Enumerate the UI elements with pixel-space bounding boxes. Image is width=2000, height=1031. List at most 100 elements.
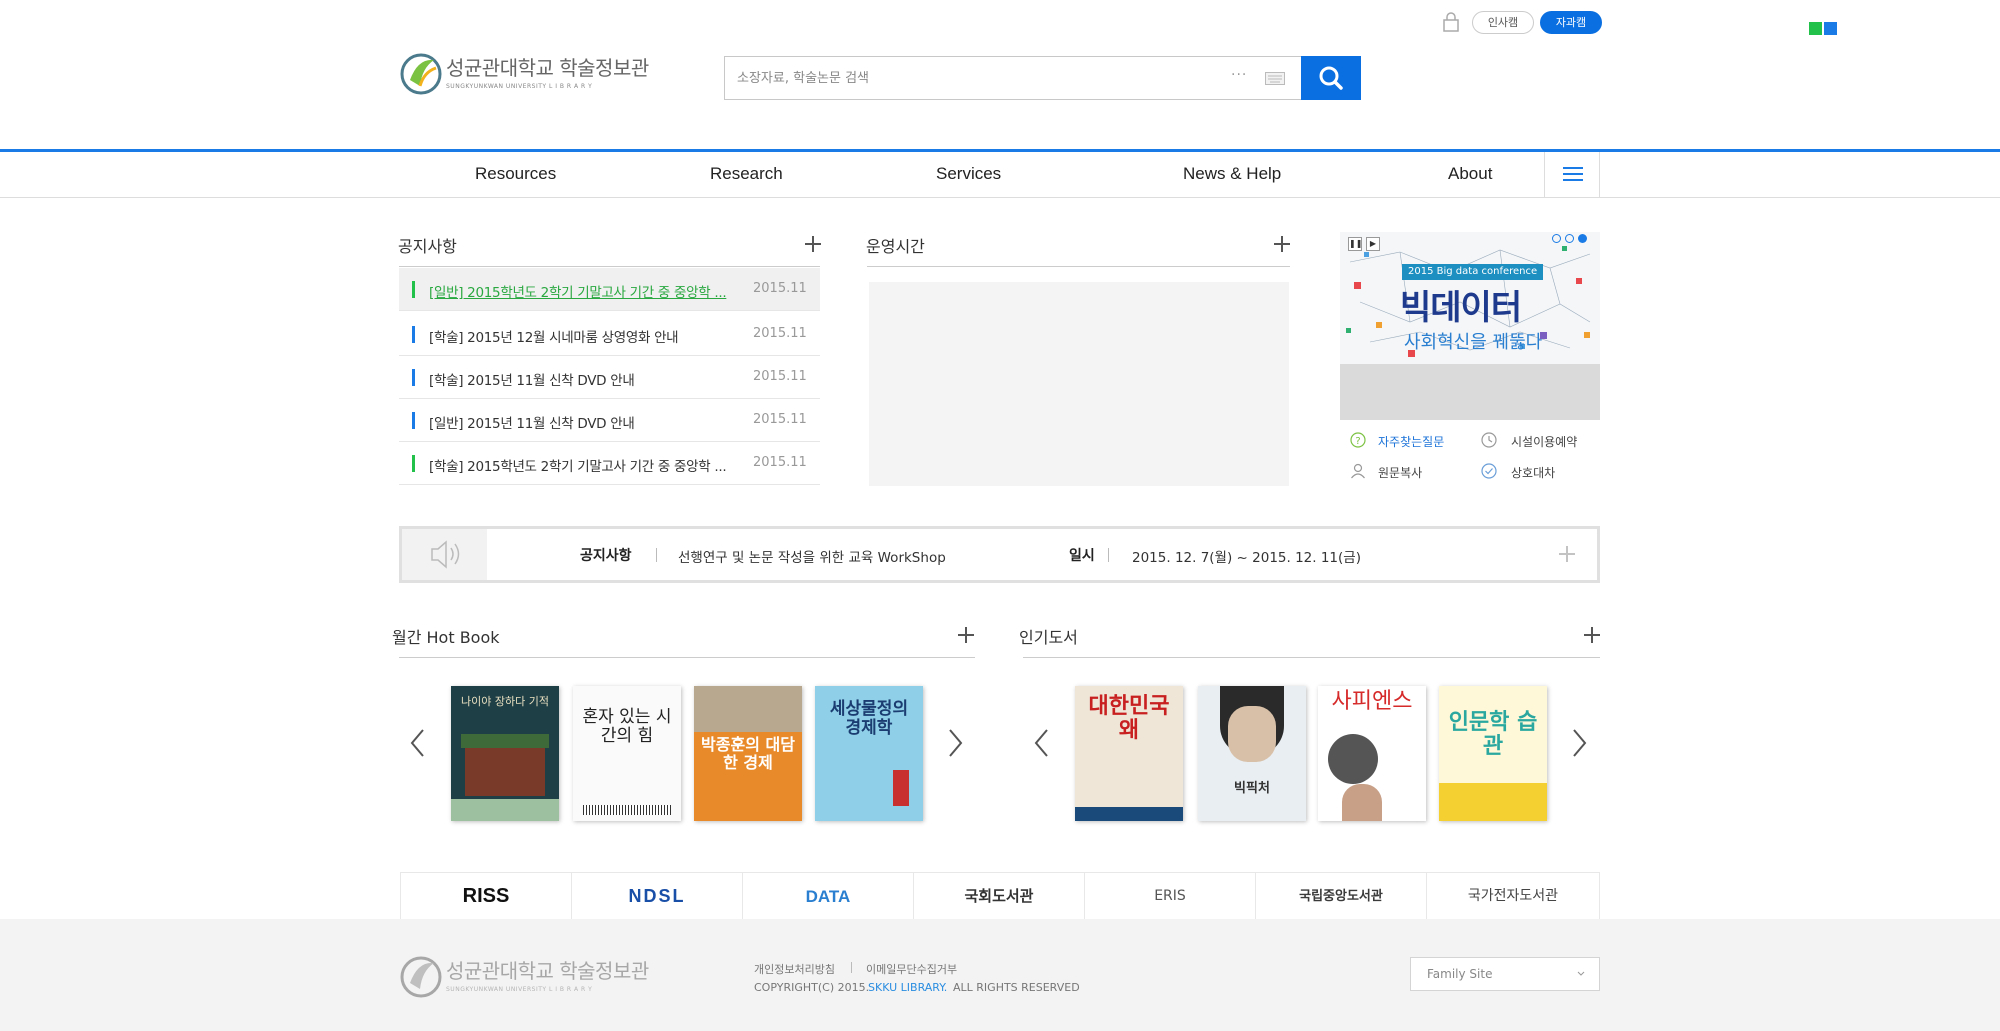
chevron-right-icon[interactable]	[1568, 726, 1590, 760]
notice-item-text[interactable]: [일반] 2015학년도 2학기 기말고사 기간 중 중앙학 ...	[429, 281, 729, 301]
hotbook-rule	[399, 657, 975, 658]
nav-news-help[interactable]: News & Help	[1183, 164, 1281, 184]
notice-item[interactable]: [학술] 2015학년도 2학기 기말고사 기간 중 중앙학 ... 2015.…	[399, 442, 820, 485]
book-title: 박종훈의 대담한 경제	[701, 735, 795, 772]
book-cover[interactable]: 사피엔스	[1318, 686, 1426, 821]
faq-link[interactable]: 자주찾는질문	[1378, 433, 1444, 450]
notice-title: 공지사항	[398, 237, 457, 256]
keyboard-icon[interactable]	[1265, 72, 1285, 85]
notice-ticker[interactable]: 공지사항 선행연구 및 논문 작성을 위한 교육 WorkShop 일시 201…	[399, 526, 1600, 583]
link-riss[interactable]: RISS	[400, 873, 571, 920]
link-national-library[interactable]: 국립중앙도서관	[1255, 873, 1426, 920]
banner-tag: 2015 Big data conference	[1402, 264, 1544, 280]
all-menu-button[interactable]	[1544, 152, 1600, 197]
notice-item-text[interactable]: [학술] 2015년 12월 시네마룸 상영영화 안내	[429, 326, 729, 346]
nav-research[interactable]: Research	[710, 164, 783, 184]
book-cover[interactable]: 혼자 있는 시간의 힘	[573, 686, 681, 821]
link-eris[interactable]: ERIS	[1084, 873, 1255, 920]
nav-divider	[0, 197, 2000, 198]
event-banner[interactable]: ❚❚ ▶ 2015 Big data conference 빅데이터 사회혁신을…	[1340, 232, 1600, 364]
book-cover[interactable]: 인문학 습관	[1439, 686, 1547, 821]
footer-logo-subtext: SUNGKYUNKWAN UNIVERSITY L I B R A R Y	[446, 986, 593, 993]
pause-icon[interactable]: ❚❚	[1348, 237, 1362, 251]
question-icon: ?	[1350, 432, 1366, 448]
hours-title: 운영시간	[866, 237, 925, 256]
slide-dot-active[interactable]	[1578, 234, 1587, 243]
banner-title: 빅데이터	[1400, 288, 1522, 328]
book-cover[interactable]: 박종훈의 대담한 경제	[694, 686, 802, 821]
slide-dot[interactable]	[1552, 234, 1561, 243]
interlibrary-loan-link[interactable]: 상호대차	[1511, 464, 1555, 481]
search-button[interactable]	[1301, 56, 1361, 100]
chevron-right-icon[interactable]	[944, 726, 966, 760]
person-icon	[1351, 463, 1365, 479]
chevron-left-icon[interactable]	[1031, 726, 1053, 760]
ticker-text[interactable]: 선행연구 및 논문 작성을 위한 교육 WorkShop	[678, 546, 946, 566]
notice-item-date: 2015.11	[753, 326, 807, 341]
search-box: ···	[724, 56, 1302, 100]
book-title: 대한민국 왜	[1088, 693, 1170, 744]
green-square-icon[interactable]	[1809, 22, 1822, 35]
notice-item[interactable]: [일반] 2015년 11월 신착 DVD 안내 2015.11	[399, 399, 820, 442]
hours-more-icon[interactable]	[1274, 236, 1290, 252]
footer-separator	[851, 962, 852, 973]
link-data[interactable]: DATA	[742, 873, 913, 920]
link-national-assembly-library[interactable]: 국회도서관	[913, 873, 1084, 920]
book-cover[interactable]: 세상물정의 경제학	[815, 686, 923, 821]
link-ndsl[interactable]: NDSL	[571, 873, 742, 920]
copyright-link[interactable]: SKKU LIBRARY.	[868, 981, 947, 994]
library-logo[interactable]: 성균관대학교 학술정보관 SUNGKYUNKWAN UNIVERSITY L I…	[400, 50, 649, 100]
logo-emblem-icon	[400, 956, 442, 998]
book-title: 빅픽처	[1234, 781, 1270, 796]
search-input[interactable]	[737, 57, 1177, 99]
family-site-select[interactable]: Family Site	[1410, 957, 1600, 991]
notice-item[interactable]: [일반] 2015학년도 2학기 기말고사 기간 중 중앙학 ... 2015.…	[399, 268, 820, 311]
notice-item[interactable]: [학술] 2015년 11월 신착 DVD 안내 2015.11	[399, 356, 820, 399]
slide-dot[interactable]	[1565, 234, 1574, 243]
email-policy-link[interactable]: 이메일무단수집거부	[866, 961, 957, 977]
book-cover[interactable]: 빅픽처	[1198, 686, 1306, 821]
nav-about[interactable]: About	[1448, 164, 1492, 184]
book-title: 혼자 있는 시간의 힘	[582, 707, 672, 746]
document-copy-link[interactable]: 원문복사	[1378, 464, 1422, 481]
speaker-icon	[431, 540, 460, 569]
notice-marker	[412, 281, 415, 298]
related-sites-bar: RISS NDSL DATA 국회도서관 ERIS 국립중앙도서관 국가전자도서…	[400, 872, 1600, 920]
copyright-text: COPYRIGHT(C) 2015.	[754, 981, 870, 994]
facility-reservation-link[interactable]: 시설이용예약	[1511, 433, 1577, 450]
notice-item-text[interactable]: [학술] 2015년 11월 신착 DVD 안내	[429, 369, 729, 389]
family-site-label: Family Site	[1427, 967, 1493, 981]
campus-insa-button[interactable]: 인사캠	[1472, 11, 1534, 34]
campus-jagwa-button[interactable]: 자과캠	[1540, 11, 1602, 34]
book-title: 사피엔스	[1331, 689, 1413, 714]
notice-item-date: 2015.11	[753, 412, 807, 427]
notice-item-text[interactable]: [일반] 2015년 11월 신착 DVD 안내	[429, 412, 729, 432]
hotbook-more-icon[interactable]	[958, 627, 974, 643]
notice-item-text[interactable]: [학술] 2015학년도 2학기 기말고사 기간 중 중앙학 ...	[429, 455, 729, 475]
notice-item[interactable]: [학술] 2015년 12월 시네마룸 상영영화 안내 2015.11	[399, 313, 820, 356]
play-icon[interactable]: ▶	[1366, 237, 1380, 251]
notice-more-icon[interactable]	[805, 236, 821, 252]
ticker-more-icon[interactable]	[1559, 546, 1575, 562]
banner-caption-area	[1340, 364, 1600, 420]
book-cover[interactable]: 나이야 장하다 기적	[451, 686, 559, 821]
logo-emblem-icon	[400, 53, 442, 95]
popular-more-icon[interactable]	[1584, 627, 1600, 643]
nav-services[interactable]: Services	[936, 164, 1001, 184]
svg-text:?: ?	[1355, 436, 1360, 447]
search-options-button[interactable]: ···	[1231, 67, 1247, 83]
nav-resources[interactable]: Resources	[475, 164, 556, 184]
lock-icon[interactable]	[1442, 12, 1460, 32]
banner-subtitle: 사회혁신을 꿰뚫다	[1404, 332, 1543, 353]
hotbook-title: 월간 Hot Book	[392, 628, 500, 647]
footer-logo: 성균관대학교 학술정보관 SUNGKYUNKWAN UNIVERSITY L I…	[400, 953, 649, 1003]
popular-title: 인기도서	[1019, 628, 1078, 647]
logo-text: 성균관대학교 학술정보관	[446, 56, 649, 80]
search-icon	[1319, 66, 1343, 90]
privacy-policy-link[interactable]: 개인정보처리방침	[754, 961, 835, 977]
link-national-digital-library[interactable]: 국가전자도서관	[1426, 873, 1600, 920]
notice-item-date: 2015.11	[753, 369, 807, 384]
blue-square-icon[interactable]	[1824, 22, 1837, 35]
book-cover[interactable]: 대한민국 왜	[1075, 686, 1183, 821]
chevron-left-icon[interactable]	[407, 726, 429, 760]
